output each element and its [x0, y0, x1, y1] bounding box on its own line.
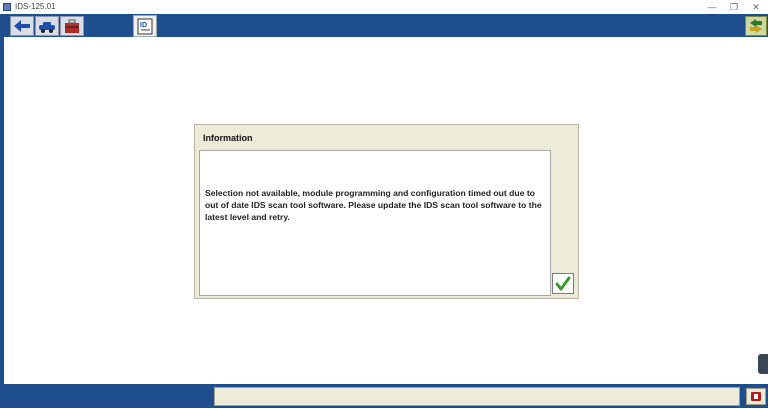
status-text-field: [214, 387, 740, 406]
toolbox-button[interactable]: [60, 16, 84, 36]
back-arrow-icon: [14, 20, 30, 32]
svg-text:ID: ID: [140, 22, 147, 29]
ok-button[interactable]: [552, 273, 574, 294]
close-icon: ✕: [752, 2, 760, 12]
dialog-title: Information: [203, 133, 253, 143]
close-button[interactable]: ✕: [744, 0, 768, 14]
information-dialog: Information Selection not available, mod…: [194, 124, 579, 299]
window-title-bar: IDS-125.01 — ❐ ✕: [0, 0, 768, 15]
toolbox-icon: [65, 19, 79, 33]
checkmark-icon: [555, 276, 571, 291]
status-bar: [0, 384, 768, 408]
minimize-icon: —: [707, 2, 717, 12]
side-panel-tab[interactable]: [758, 354, 768, 374]
vehicle-button[interactable]: [35, 16, 59, 36]
window-title: IDS-125.01: [15, 2, 56, 11]
restore-icon: ❐: [729, 2, 739, 12]
swap-button[interactable]: [745, 16, 767, 36]
swap-arrows-icon: [750, 19, 762, 33]
tab-ids-info[interactable]: ID: [133, 15, 157, 37]
minimize-button[interactable]: —: [700, 0, 724, 14]
app-icon: [3, 3, 11, 11]
back-button[interactable]: [10, 16, 34, 36]
dialog-message-panel: Selection not available, module programm…: [199, 150, 551, 296]
dialog-message: Selection not available, module programm…: [205, 188, 542, 222]
vmm-status-button[interactable]: [746, 388, 766, 405]
vmm-device-icon: [751, 392, 761, 401]
app-toolbar: ID: [0, 14, 768, 38]
ids-info-icon: ID: [137, 18, 153, 35]
vehicle-icon: [39, 22, 55, 33]
restore-button[interactable]: ❐: [722, 0, 746, 14]
status-left-section: [0, 384, 212, 408]
